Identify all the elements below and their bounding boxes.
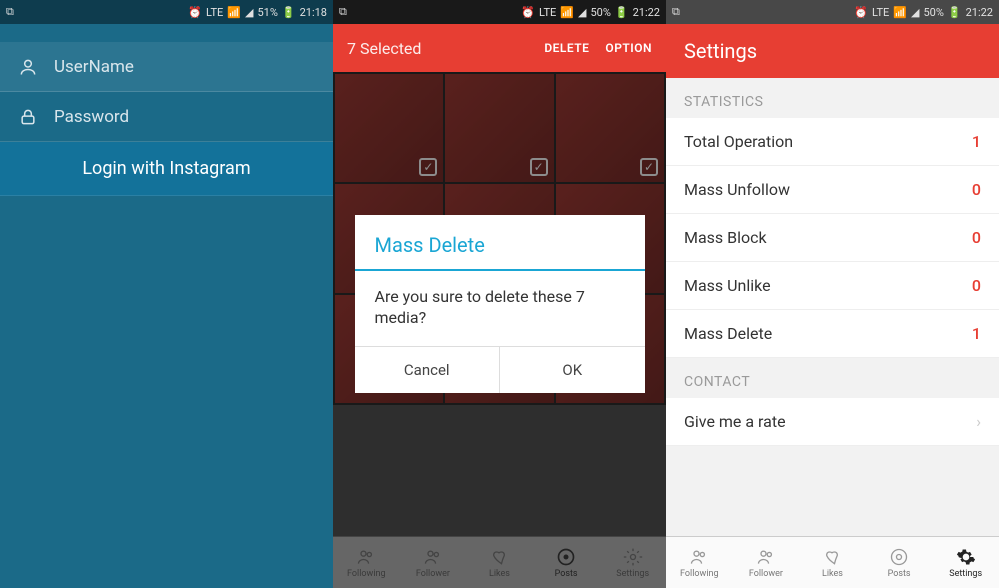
login-button[interactable]: Login with Instagram [0,142,333,196]
password-field[interactable]: Password [0,92,333,142]
stat-row[interactable]: Mass Unfollow0 [666,166,999,214]
stat-row[interactable]: Total Operation1 [666,118,999,166]
login-screen: ⧉ ⏰ LTE 📶 ◢ 51% 🔋 21:18 UserName Passwor… [0,0,333,588]
cancel-button[interactable]: Cancel [355,347,501,393]
clock-text: 21:18 [300,6,327,19]
network-icon: ⧉ [6,5,14,19]
stat-row[interactable]: Mass Block0 [666,214,999,262]
battery-text: 50% [923,6,943,19]
alarm-icon: ⏰ [521,6,535,19]
wifi-icon: 📶 [227,6,241,19]
lock-icon [18,107,40,127]
battery-icon: 🔋 [282,6,296,19]
wifi-icon: 📶 [893,6,907,19]
chevron-right-icon: › [976,412,981,431]
battery-text: 51% [257,6,277,19]
settings-screen: ⧉ ⏰ LTE 📶 ◢ 50% 🔋 21:22 Settings STATIST… [666,0,999,588]
nav-following[interactable]: Following [333,537,400,588]
login-button-label: Login with Instagram [82,158,250,179]
password-placeholder: Password [54,107,129,127]
lte-icon: LTE [539,6,556,19]
ok-button[interactable]: OK [500,347,645,393]
network-icon: ⧉ [339,5,347,19]
option-button[interactable]: OPTION [605,41,652,55]
contact-section-header: CONTACT [666,358,999,398]
nav-posts[interactable]: Posts [866,537,933,588]
network-icon: ⧉ [672,5,680,19]
wifi-icon: 📶 [560,6,574,19]
signal-icon: ◢ [245,6,253,19]
clock-text: 21:22 [633,6,660,19]
username-placeholder: UserName [54,57,134,77]
nav-follower[interactable]: Follower [400,537,467,588]
nav-settings[interactable]: Settings [932,537,999,588]
signal-icon: ◢ [578,6,586,19]
selection-count: 7 Selected [347,39,528,58]
rate-row[interactable]: Give me a rate› [666,398,999,446]
nav-follower[interactable]: Follower [733,537,800,588]
status-bar: ⧉ ⏰ LTE 📶 ◢ 50% 🔋 21:22 [333,0,666,24]
posts-header: 7 Selected DELETE OPTION [333,24,666,72]
dialog-title: Mass Delete [355,215,645,271]
statistics-section-header: STATISTICS [666,78,999,118]
settings-title: Settings [684,39,757,63]
status-bar: ⧉ ⏰ LTE 📶 ◢ 51% 🔋 21:18 [0,0,333,24]
status-bar: ⧉ ⏰ LTE 📶 ◢ 50% 🔋 21:22 [666,0,999,24]
bottom-nav: Following Follower Likes Posts Settings [666,536,999,588]
alarm-icon: ⏰ [854,6,868,19]
battery-text: 50% [590,6,610,19]
settings-header: Settings [666,24,999,78]
posts-screen: ⧉ ⏰ LTE 📶 ◢ 50% 🔋 21:22 7 Selected DELET… [333,0,666,588]
stat-row[interactable]: Mass Unlike0 [666,262,999,310]
nav-likes[interactable]: Likes [466,537,533,588]
confirm-dialog: Mass Delete Are you sure to delete these… [355,215,645,394]
nav-following[interactable]: Following [666,537,733,588]
nav-settings[interactable]: Settings [599,537,666,588]
dialog-message: Are you sure to delete these 7 media? [355,271,645,347]
clock-text: 21:22 [966,6,993,19]
modal-overlay: Mass Delete Are you sure to delete these… [333,72,666,536]
lte-icon: LTE [872,6,889,19]
alarm-icon: ⏰ [188,6,202,19]
bottom-nav: Following Follower Likes Posts Settings [333,536,666,588]
user-icon [18,57,40,77]
nav-likes[interactable]: Likes [799,537,866,588]
stat-row[interactable]: Mass Delete1 [666,310,999,358]
signal-icon: ◢ [911,6,919,19]
lte-icon: LTE [206,6,223,19]
nav-posts[interactable]: Posts [533,537,600,588]
battery-icon: 🔋 [615,6,629,19]
username-field[interactable]: UserName [0,42,333,92]
delete-button[interactable]: DELETE [544,41,589,55]
battery-icon: 🔋 [948,6,962,19]
